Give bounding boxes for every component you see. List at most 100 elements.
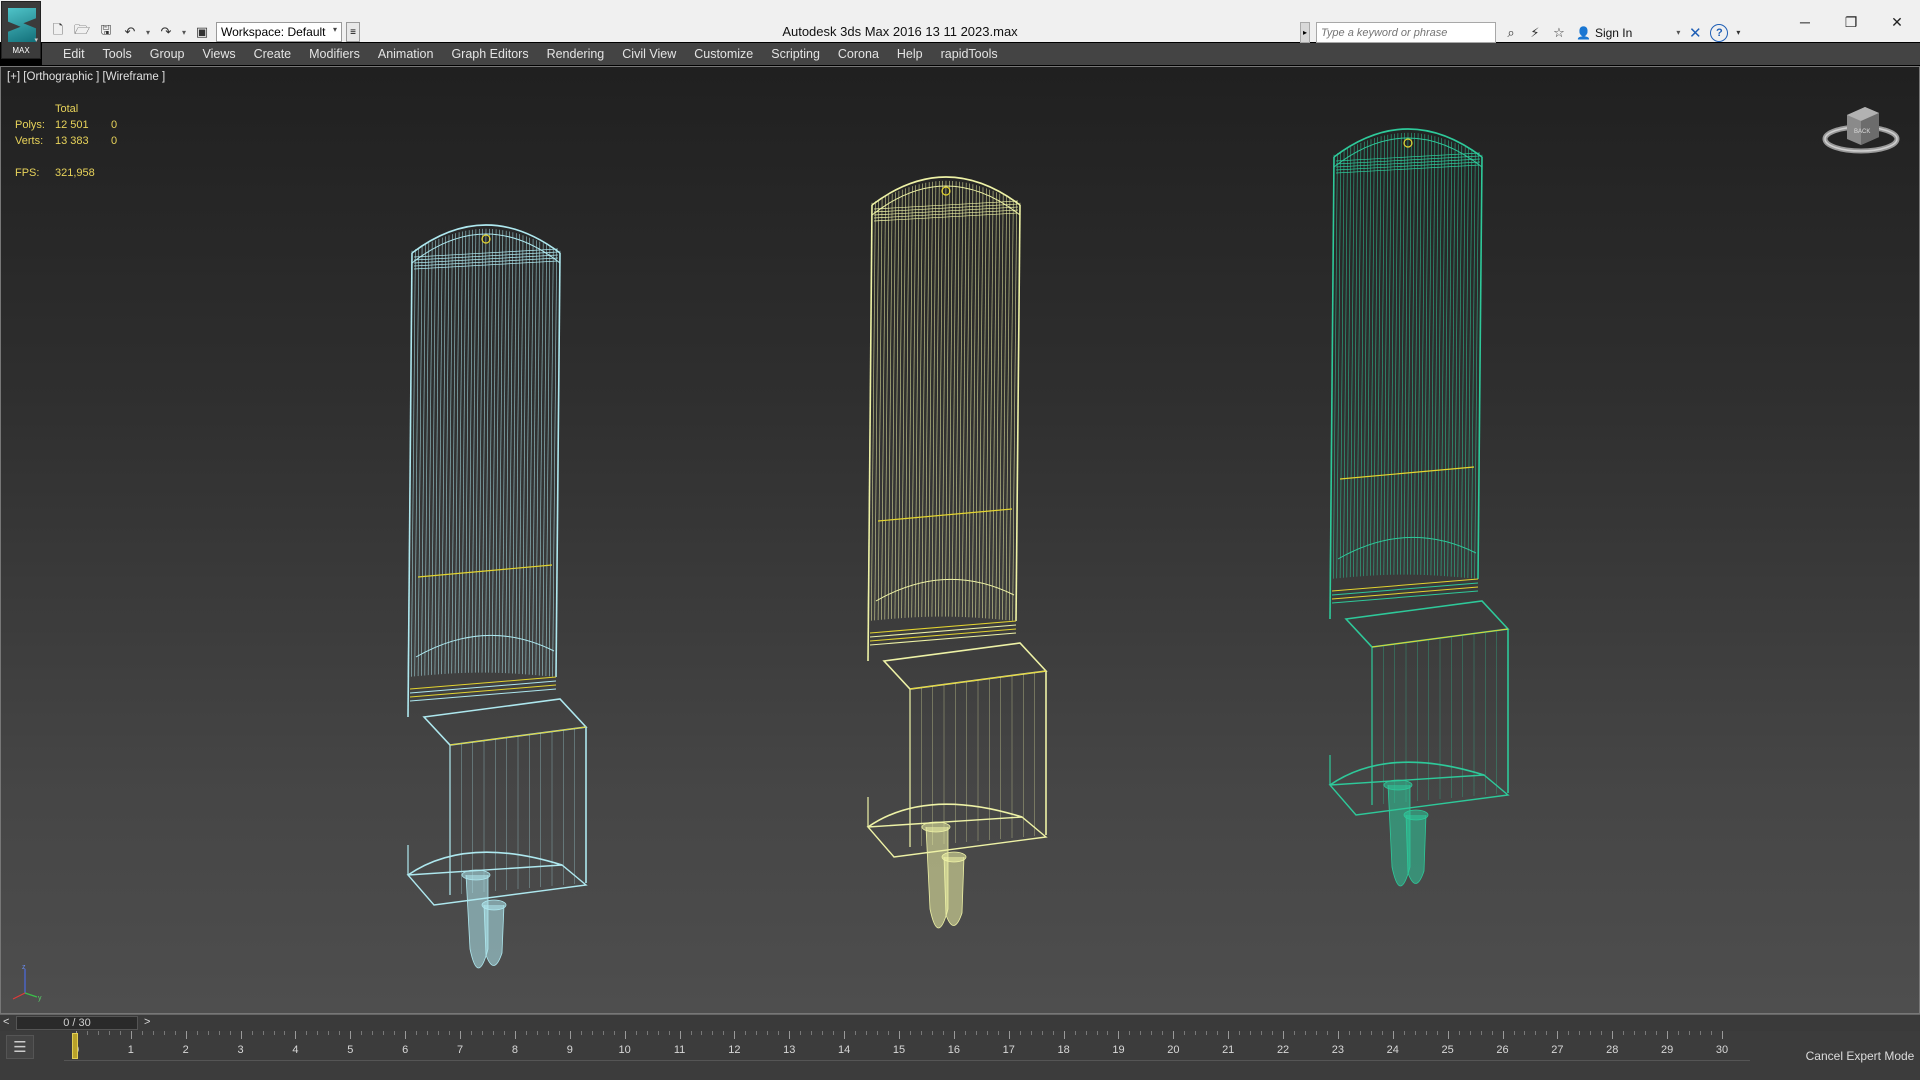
minor-tick	[1425, 1031, 1427, 1035]
dispenser-1[interactable]	[406, 224, 588, 969]
frame-label: 25	[1441, 1044, 1454, 1056]
menu-item-rendering[interactable]: Rendering	[538, 43, 614, 65]
undo-dropdown-icon[interactable]: ▾	[144, 22, 152, 42]
minor-tick	[558, 1031, 560, 1035]
menu-item-animation[interactable]: Animation	[369, 43, 443, 65]
frame-tick	[1667, 1031, 1669, 1039]
app-logo-icon	[8, 8, 36, 42]
new-file-icon[interactable]: 🗋	[48, 22, 68, 42]
undo-icon[interactable]: ↶	[120, 22, 140, 42]
dispenser-3[interactable]	[1328, 128, 1510, 887]
minor-tick	[547, 1031, 549, 1035]
dropdown-arrow-icon: ▾	[34, 37, 38, 44]
minimize-icon[interactable]: ─	[1782, 8, 1828, 36]
minor-tick	[427, 1031, 429, 1035]
minor-tick	[119, 1031, 121, 1035]
menu-item-group[interactable]: Group	[141, 43, 194, 65]
mini-curve-editor-icon[interactable]: ☰	[6, 1035, 34, 1059]
viewport-label[interactable]: [+] [Orthographic ] [Wireframe ]	[7, 71, 165, 83]
close-icon[interactable]: ✕	[1874, 8, 1920, 36]
menu-item-edit[interactable]: Edit	[54, 43, 94, 65]
minor-tick	[1140, 1031, 1142, 1035]
open-file-icon[interactable]: 🗁	[72, 22, 92, 42]
dispenser-2[interactable]	[866, 176, 1048, 929]
minor-tick	[1348, 1031, 1350, 1035]
track-bar-area: ☰ 01234567891011121314151617181920212223…	[0, 1031, 1920, 1080]
menu-item-graph-editors[interactable]: Graph Editors	[442, 43, 537, 65]
frame-tick	[1118, 1031, 1120, 1039]
time-slider[interactable]: < 0 / 30 >	[0, 1014, 1920, 1031]
frame-tick	[350, 1031, 352, 1039]
menu-item-modifiers[interactable]: Modifiers	[300, 43, 369, 65]
frame-label: 13	[783, 1044, 796, 1056]
subscription-icon[interactable]: ⚡	[1526, 24, 1544, 42]
perspective-viewport[interactable]: [+] [Orthographic ] [Wireframe ] Total P…	[0, 66, 1920, 1014]
minor-tick	[1568, 1031, 1570, 1035]
search-input[interactable]	[1316, 22, 1496, 43]
dropper	[461, 869, 507, 969]
app-menu-button[interactable]: ▾ MAX	[1, 1, 41, 59]
minor-tick	[1645, 1031, 1647, 1035]
menu-item-rapidtools[interactable]: rapidTools	[932, 43, 1007, 65]
minor-tick	[964, 1031, 966, 1035]
minor-tick	[1030, 1031, 1032, 1035]
current-frame-marker[interactable]	[72, 1033, 78, 1059]
customize-toolbar-icon[interactable]: ≡	[346, 22, 360, 42]
minor-tick	[229, 1031, 231, 1035]
minor-tick	[339, 1031, 341, 1035]
svg-text:y: y	[38, 995, 42, 1002]
minor-tick	[1151, 1031, 1153, 1035]
expand-arrow-icon[interactable]: ▸	[1300, 22, 1310, 43]
sign-in-button[interactable]: 👤 Sign In ▾	[1576, 26, 1680, 40]
frame-tick	[460, 1031, 462, 1039]
minor-tick	[1436, 1031, 1438, 1035]
workspace-dropdown[interactable]: Workspace: Default ▾	[216, 22, 342, 42]
menu-item-customize[interactable]: Customize	[685, 43, 762, 65]
project-folder-icon[interactable]: ▣	[192, 22, 212, 42]
menu-item-create[interactable]: Create	[245, 43, 301, 65]
frame-tick	[1063, 1031, 1065, 1039]
track-bar[interactable]: 0123456789101112131415161718192021222324…	[64, 1031, 1750, 1061]
cancel-expert-mode-button[interactable]: Cancel Expert Mode	[1800, 1031, 1920, 1080]
frame-tick	[1502, 1031, 1504, 1039]
minor-tick	[449, 1031, 451, 1035]
next-frame-button[interactable]: >	[144, 1016, 150, 1028]
menu-item-corona[interactable]: Corona	[829, 43, 888, 65]
wire-lines	[407, 228, 561, 678]
minor-tick	[1579, 1031, 1581, 1035]
frame-label: 23	[1331, 1044, 1345, 1056]
menu-item-help[interactable]: Help	[888, 43, 932, 65]
star-icon[interactable]: ☆	[1550, 24, 1568, 42]
frame-tick	[240, 1031, 242, 1039]
minor-tick	[86, 1031, 88, 1035]
minor-tick	[1195, 1031, 1197, 1035]
minor-tick	[383, 1031, 385, 1035]
menu-item-tools[interactable]: Tools	[94, 43, 141, 65]
minor-tick	[1491, 1031, 1493, 1035]
previous-frame-button[interactable]: <	[3, 1016, 9, 1028]
minor-tick	[218, 1031, 220, 1035]
frame-tick	[679, 1031, 681, 1039]
exchange-apps-icon[interactable]: ✕	[1686, 24, 1704, 42]
viewcube[interactable]: BACK	[1821, 95, 1901, 161]
restore-icon[interactable]: ❐	[1828, 8, 1874, 36]
frame-label: 1	[127, 1044, 134, 1056]
redo-icon[interactable]: ↷	[156, 22, 176, 42]
help-icon[interactable]: ?	[1710, 23, 1729, 42]
redo-dropdown-icon[interactable]: ▾	[180, 22, 188, 42]
minor-tick	[668, 1031, 670, 1035]
dropper	[921, 821, 967, 929]
minor-tick	[1294, 1031, 1296, 1035]
menu-item-civil-view[interactable]: Civil View	[613, 43, 685, 65]
scene-wireframe[interactable]	[1, 67, 1920, 1014]
menu-item-scripting[interactable]: Scripting	[762, 43, 829, 65]
time-slider-thumb[interactable]: 0 / 30	[16, 1016, 138, 1030]
minor-tick	[997, 1031, 999, 1035]
minor-tick	[822, 1031, 824, 1035]
fps-label: FPS:	[15, 167, 40, 179]
save-file-icon[interactable]: 🖫	[96, 22, 116, 42]
binoculars-icon[interactable]: ⌕	[1502, 24, 1520, 42]
help-dropdown-icon[interactable]: ▾	[1734, 24, 1742, 42]
minor-tick	[1206, 1031, 1208, 1035]
menu-item-views[interactable]: Views	[193, 43, 244, 65]
